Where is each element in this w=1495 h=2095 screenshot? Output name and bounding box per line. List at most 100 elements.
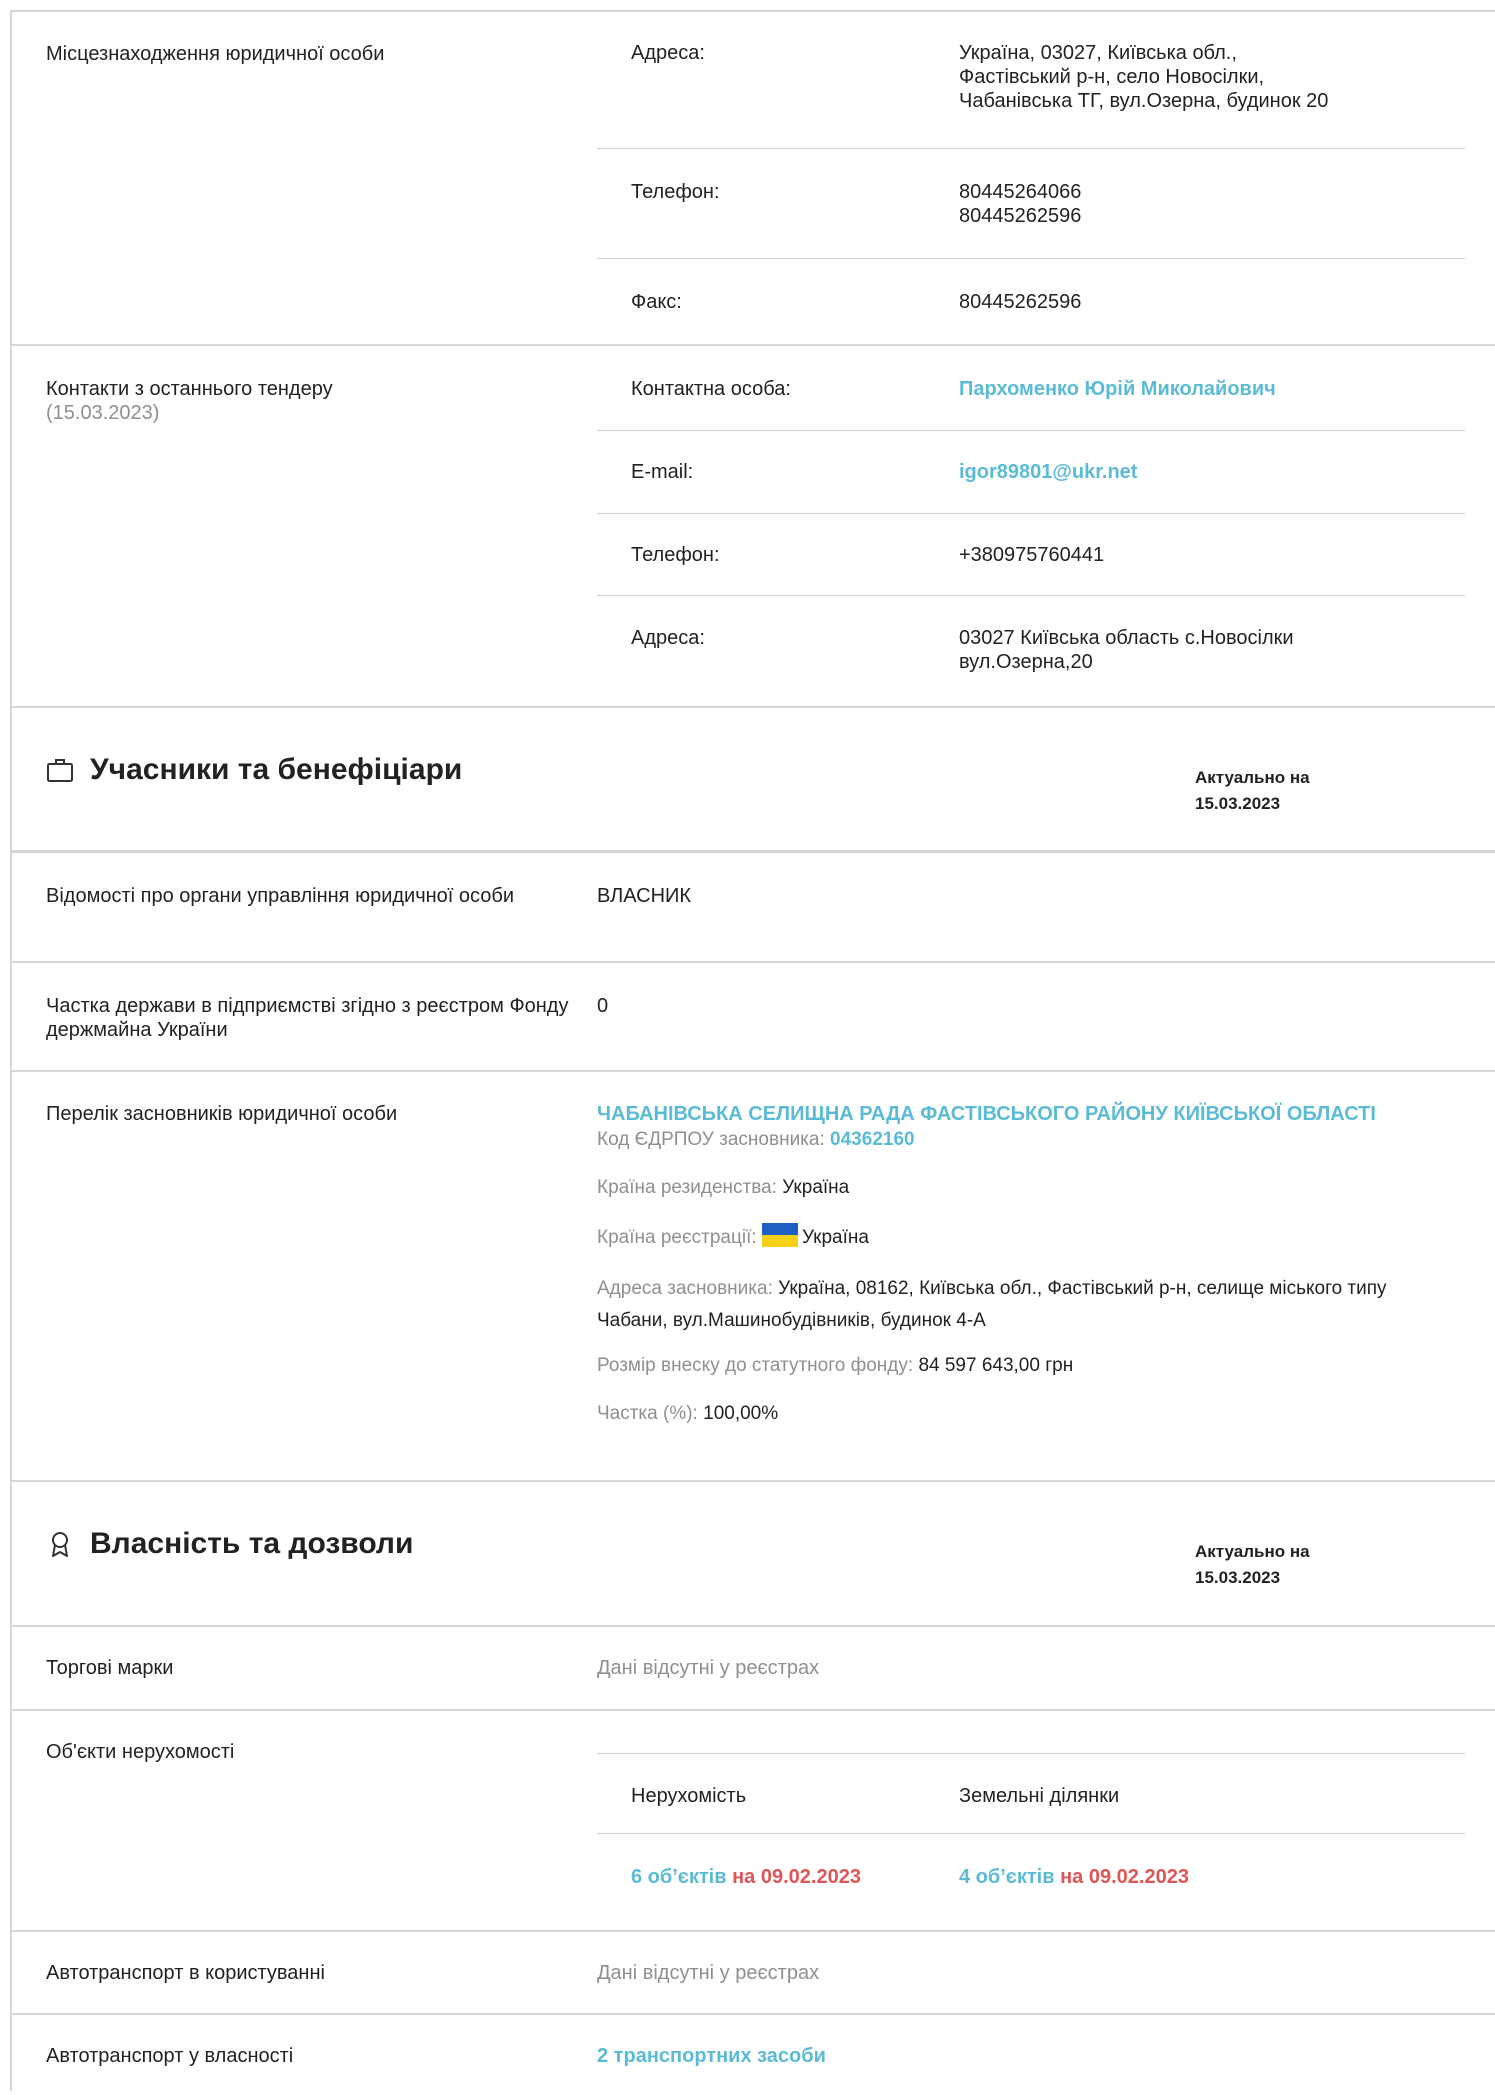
address-value: Україна, 03027, Київська обл., Фастівськ… xyxy=(959,41,1465,148)
contact-person-key: Контактна особа: xyxy=(631,378,791,400)
email-row: E-mail: igor89801@ukr.net xyxy=(597,431,1465,514)
founder-residence: Країна резиденства: Україна xyxy=(597,1175,1445,1201)
founder-residence-value: Україна xyxy=(782,1177,850,1198)
property-date-value: 15.03.2023 xyxy=(1195,1568,1281,1587)
contact-address-value: 03027 Київська область с.Новосілки вул.О… xyxy=(959,626,1465,706)
founder-code-key: Код ЄДРПОУ засновника: xyxy=(597,1129,825,1150)
contacts-title: Контакти з останнього тендеру xyxy=(46,378,333,400)
state-share-value: 0 xyxy=(597,995,609,1017)
founder-code: Код ЄДРПОУ засновника: 04362160 xyxy=(597,1127,1445,1153)
phone-line-2: 80445262596 xyxy=(959,205,1082,227)
governance-value: ВЛАСНИК xyxy=(597,885,692,907)
founder-share-value: 100,00% xyxy=(703,1403,779,1424)
founder-contribution-key: Розмір внеску до статутного фонду: xyxy=(597,1355,914,1376)
property-title: Власність та дозволи xyxy=(12,1527,1195,1561)
realty-table-header: Нерухомість Земельні ділянки xyxy=(597,1753,1465,1834)
address-line-3: Чабанівська ТГ, вул.Озерна, будинок 20 xyxy=(959,90,1329,112)
realty-row: Об'єкти нерухомості Нерухомість Земельні… xyxy=(12,1711,1495,1932)
address-line-2: Фастівський р-н, село Новосілки, xyxy=(959,66,1265,88)
contacts-date: (15.03.2023) xyxy=(46,402,160,424)
participants-date: Актуально на 15.03.2023 xyxy=(1195,753,1310,817)
participants-date-label: Актуально на xyxy=(1195,768,1310,787)
realty-table: Нерухомість Земельні ділянки 6 об’єктів … xyxy=(597,1740,1495,1930)
phone-value: 80445264066 80445262596 xyxy=(959,180,1465,258)
vehicles-use-label: Автотранспорт в користуванні xyxy=(46,1962,325,1984)
contacts-label: Контакти з останнього тендеру (15.03.202… xyxy=(12,346,597,706)
founder-code-link[interactable]: 04362160 xyxy=(830,1129,915,1150)
realty-land-cell: 4 об’єктів на 09.02.2023 xyxy=(959,1865,1495,1889)
ukraine-flag-icon xyxy=(761,1223,798,1247)
trademarks-label: Торгові марки xyxy=(46,1657,174,1679)
participants-date-value: 15.03.2023 xyxy=(1195,794,1281,813)
contact-address-line-1: 03027 Київська область с.Новосілки xyxy=(959,627,1294,649)
contact-address-row: Адреса: 03027 Київська область с.Новосіл… xyxy=(597,596,1465,706)
founder-address-key: Адреса засновника: xyxy=(597,1278,773,1299)
award-icon xyxy=(52,1532,68,1557)
fax-key: Факс: xyxy=(631,291,682,313)
email-link[interactable]: igor89801@ukr.net xyxy=(959,460,1465,513)
contacts-row: Контакти з останнього тендеру (15.03.202… xyxy=(12,346,1495,708)
realty-buildings-cell: 6 об’єктів на 09.02.2023 xyxy=(597,1865,959,1889)
realty-buildings-date: на 09.02.2023 xyxy=(732,1866,861,1888)
founder-registration: Країна реєстрації: Україна xyxy=(597,1223,1445,1251)
email-key: E-mail: xyxy=(631,461,694,483)
contact-address-key: Адреса: xyxy=(631,627,705,649)
realty-land-link[interactable]: 4 об’єктів xyxy=(959,1866,1055,1888)
realty-head-buildings: Нерухомість xyxy=(631,1785,747,1807)
trademarks-value: Дані відсутні у реєстрах xyxy=(597,1657,820,1679)
realty-head-land: Земельні ділянки xyxy=(959,1785,1120,1807)
address-key: Адреса: xyxy=(631,42,705,64)
property-header: Власність та дозволи Актуально на 15.03.… xyxy=(12,1482,1495,1627)
realty-label: Об'єкти нерухомості xyxy=(46,1741,235,1763)
vehicles-own-label: Автотранспорт у власності xyxy=(46,2045,294,2067)
phone-row: Телефон: 80445264066 80445262596 xyxy=(597,149,1465,259)
founder-share-key: Частка (%): xyxy=(597,1403,698,1424)
location-details: Адреса: Україна, 03027, Київська обл., Ф… xyxy=(597,12,1495,344)
founder-residence-key: Країна резиденства: xyxy=(597,1177,777,1198)
property-title-text: Власність та дозволи xyxy=(90,1527,414,1560)
contacts-details: Контактна особа: Пархоменко Юрій Миколай… xyxy=(597,346,1495,706)
contact-address-line-2: вул.Озерна,20 xyxy=(959,651,1093,673)
governance-label: Відомості про органи управління юридично… xyxy=(46,885,515,907)
founders-row: Перелік засновників юридичної особи ЧАБА… xyxy=(12,1072,1495,1482)
briefcase-icon xyxy=(47,759,73,782)
participants-title: Учасники та бенефіціари xyxy=(12,753,1195,787)
founder-contribution: Розмір внеску до статутного фонду: 84 59… xyxy=(597,1353,1445,1379)
location-row: Місцезнаходження юридичної особи Адреса:… xyxy=(12,12,1495,346)
fax-row: Факс: 80445262596 xyxy=(597,259,1465,344)
address-line-1: Україна, 03027, Київська обл., xyxy=(959,42,1237,64)
vehicles-own-link[interactable]: 2 транспортних засоби xyxy=(597,2044,1495,2095)
founder-registration-value: Україна xyxy=(801,1227,869,1248)
realty-buildings-link[interactable]: 6 об’єктів xyxy=(631,1866,727,1888)
contact-phone-value: +380975760441 xyxy=(959,544,1105,566)
location-label: Місцезнаходження юридичної особи xyxy=(46,43,385,65)
phone-key: Телефон: xyxy=(631,181,720,203)
property-date-label: Актуально на xyxy=(1195,1542,1310,1561)
founder-card: ЧАБАНІВСЬКА СЕЛИЩНА РАДА ФАСТІВСЬКОГО РА… xyxy=(597,1102,1495,1480)
realty-land-date: на 09.02.2023 xyxy=(1060,1866,1189,1888)
contact-person-row: Контактна особа: Пархоменко Юрій Миколай… xyxy=(597,346,1465,431)
founder-share: Частка (%): 100,00% xyxy=(597,1401,1445,1427)
state-share-row: Частка держави в підприємстві згідно з р… xyxy=(12,963,1495,1072)
contact-person-link[interactable]: Пархоменко Юрій Миколайович xyxy=(959,377,1465,430)
founder-address: Адреса засновника: Україна, 08162, Київс… xyxy=(597,1273,1445,1337)
company-card: Місцезнаходження юридичної особи Адреса:… xyxy=(10,10,1495,2091)
phone-line-1: 80445264066 xyxy=(959,181,1082,203)
founder-contribution-value: 84 597 643,00 грн xyxy=(918,1355,1074,1376)
realty-table-values: 6 об’єктів на 09.02.2023 4 об’єктів на 0… xyxy=(597,1834,1495,1889)
contact-phone-row: Телефон: +380975760441 xyxy=(597,514,1465,596)
participants-header: Учасники та бенефіціари Актуально на 15.… xyxy=(12,708,1495,853)
trademarks-row: Торгові марки Дані відсутні у реєстрах xyxy=(12,1627,1495,1711)
state-share-label: Частка держави в підприємстві згідно з р… xyxy=(46,995,569,1041)
founder-name-link[interactable]: ЧАБАНІВСЬКА СЕЛИЩНА РАДА ФАСТІВСЬКОГО РА… xyxy=(597,1102,1445,1127)
vehicles-use-value: Дані відсутні у реєстрах xyxy=(597,1962,820,1984)
fax-value: 80445262596 xyxy=(959,291,1082,313)
address-row: Адреса: Україна, 03027, Київська обл., Ф… xyxy=(597,12,1465,149)
property-date: Актуально на 15.03.2023 xyxy=(1195,1527,1310,1591)
participants-title-text: Учасники та бенефіціари xyxy=(90,753,463,786)
founder-registration-key: Країна реєстрації: xyxy=(597,1227,757,1248)
founders-label: Перелік засновників юридичної особи xyxy=(46,1103,398,1125)
vehicles-use-row: Автотранспорт в користуванні Дані відсут… xyxy=(12,1932,1495,2015)
contact-phone-key: Телефон: xyxy=(631,544,720,566)
governance-row: Відомості про органи управління юридично… xyxy=(12,853,1495,963)
